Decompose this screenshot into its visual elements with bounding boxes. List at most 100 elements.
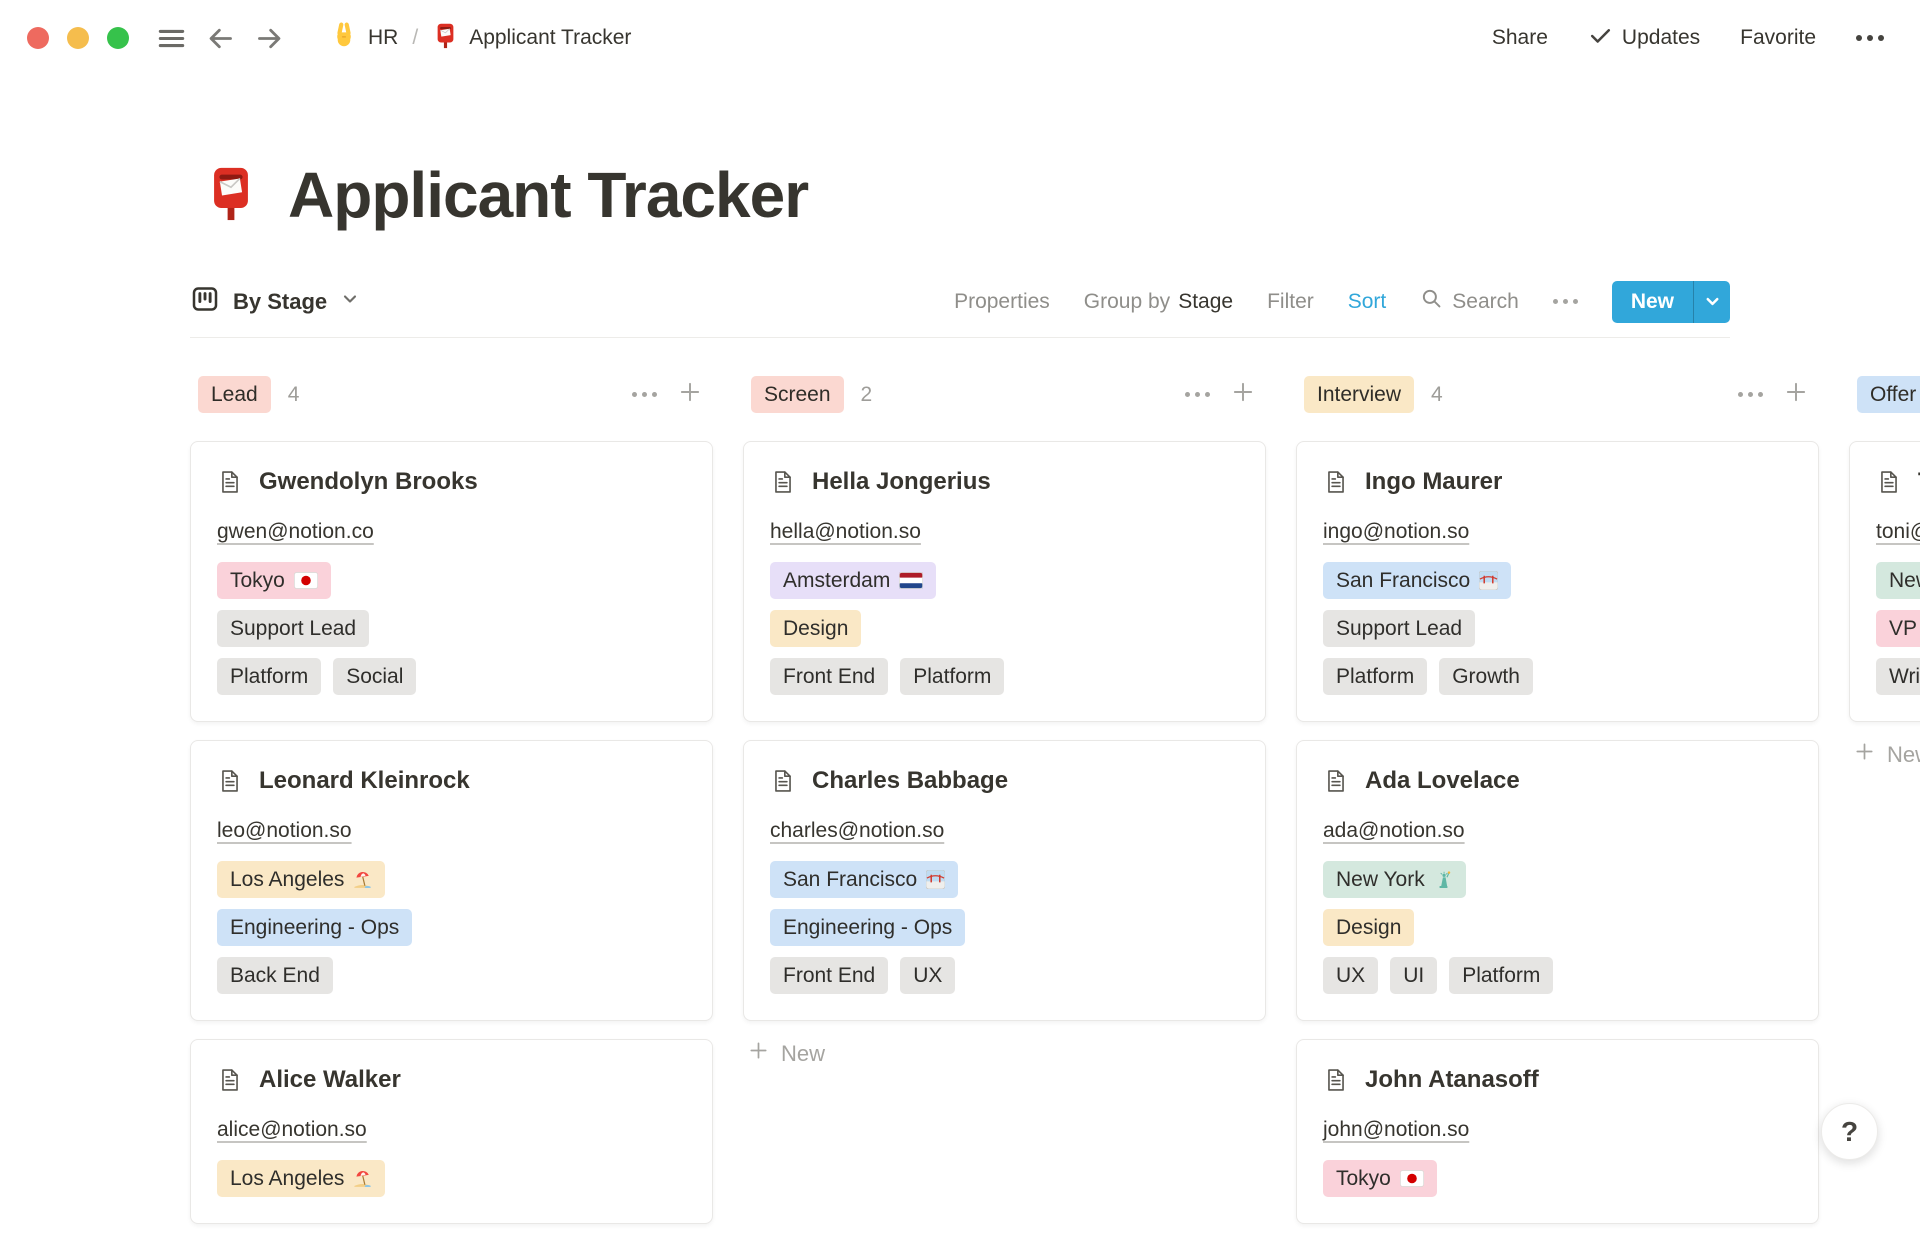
add-new-card-button[interactable]: New [1849,740,1920,769]
help-button[interactable]: ? [1821,1103,1878,1160]
card-title-row: Toni Morrison [1876,466,1920,498]
tag-pill-platform: Platform [900,658,1004,695]
column-more-icon[interactable] [632,392,657,397]
properties-button[interactable]: Properties [954,290,1050,314]
plus-icon [1853,740,1876,769]
kanban-card-toni-morrison[interactable]: Toni Morrisontoni@notion.soNew YorkVP of… [1849,441,1920,722]
add-new-card-label: New [1887,742,1920,768]
zoom-window-button[interactable] [107,27,129,49]
tag-row: Front End Platform [770,658,1239,695]
search-button[interactable]: Search [1420,287,1519,316]
card-email-link[interactable]: john@notion.so [1323,1118,1469,1141]
column-name-pill[interactable]: Interview [1304,376,1414,413]
check-icon [1588,23,1613,54]
search-label: Search [1452,290,1519,314]
kanban-card-ingo-maurer[interactable]: Ingo Maureringo@notion.soSan FranciscoSu… [1296,441,1819,722]
page-icon [1876,469,1902,495]
page-icon [770,469,796,495]
tag-pill-new-york: New York [1323,861,1466,898]
tag-pill-tokyo: Tokyo [1323,1160,1437,1197]
kanban-card-john-atanasoff[interactable]: John Atanasoff john@notion.so Tokyo [1296,1039,1819,1224]
tag-row: San Francisco [1323,562,1792,599]
column-header: Screen2 [743,376,1266,413]
card-title-row: Hella Jongerius [770,466,1239,498]
tag-row: Engineering - Ops [770,909,1239,946]
forward-icon[interactable] [253,22,286,55]
card-email-row: john@notion.so [1323,1118,1792,1142]
tag-pill-platform: Platform [1449,957,1553,994]
page-icon [217,1067,243,1093]
tag-pill-san-francisco: San Francisco [1323,562,1511,599]
card-email-link[interactable]: gwen@notion.co [217,520,374,543]
sort-button[interactable]: Sort [1348,290,1387,314]
more-options-icon[interactable] [1856,35,1884,41]
card-email-row: ingo@notion.so [1323,520,1792,544]
column-tools [632,379,703,410]
kanban-card-gwendolyn-brooks[interactable]: Gwendolyn Brooksgwen@notion.coTokyoSuppo… [190,441,713,722]
tag-pill-front-end: Front End [770,658,888,695]
column-more-icon[interactable] [1185,392,1210,397]
back-icon[interactable] [204,22,237,55]
kanban-board: Lead 4 Gwendolyn Brooks gwen@notion.co Tokyo… [190,376,1920,1242]
tag-row: Design [1323,909,1792,946]
tag-row: PlatformGrowth [1323,658,1792,695]
column-name-pill[interactable]: Screen [751,376,844,413]
tag-pill-growth: Growth [1439,658,1533,695]
card-title-row: John Atanasoff [1323,1064,1792,1096]
kanban-card-charles-babbage[interactable]: Charles Babbagecharles@notion.soSan Fran… [743,740,1266,1021]
column-add-card-icon[interactable] [677,379,703,410]
board-column-lead: Lead 4 Gwendolyn Brooks gwen@notion.co Tokyo… [190,376,713,1242]
share-button[interactable]: Share [1492,26,1548,50]
new-button-chevron-icon[interactable] [1693,281,1730,323]
column-add-card-icon[interactable] [1783,379,1809,410]
kanban-card-alice-walker[interactable]: Alice Walkeralice@notion.soLos Angeles [190,1039,713,1224]
group-by-button[interactable]: Group by Stage [1084,290,1233,314]
topbar-actions: Share Updates Favorite [1492,23,1884,54]
group-by-value: Stage [1178,290,1233,314]
new-button[interactable]: New [1612,281,1730,323]
tag-row: UXUIPlatform [1323,957,1792,994]
minimize-window-button[interactable] [67,27,89,49]
close-window-button[interactable] [27,27,49,49]
column-count: 4 [288,383,300,407]
kanban-card-leonard-kleinrock[interactable]: Leonard Kleinrockleo@notion.soLos Angele… [190,740,713,1021]
column-more-icon[interactable] [1738,392,1763,397]
page-icon [770,768,796,794]
kanban-card-hella-jongerius[interactable]: Hella Jongeriushella@notion.soAmsterdamD… [743,441,1266,722]
card-email-link[interactable]: alice@notion.so [217,1118,367,1141]
card-email-link[interactable]: hella@notion.so [770,520,921,543]
column-name-pill[interactable]: Lead [198,376,271,413]
tag-pill-social: Social [333,658,416,695]
card-email-link[interactable]: toni@notion.so [1876,520,1920,543]
card-title: Gwendolyn Brooks [259,466,478,498]
add-new-card-button[interactable]: New [743,1039,1266,1068]
card-email-link[interactable]: leo@notion.so [217,819,352,842]
tag-pill-ux: UX [1323,957,1378,994]
view-more-icon[interactable] [1553,299,1578,304]
board-view-icon [190,284,220,320]
page-icon [217,469,243,495]
breadcrumb-workspace-hr[interactable]: HR [324,17,404,59]
breadcrumb-page-label: Applicant Tracker [469,26,631,50]
tag-pill-tokyo: Tokyo [217,562,331,599]
column-add-card-icon[interactable] [1230,379,1256,410]
breadcrumb-page[interactable]: Applicant Tracker [426,18,637,59]
toolbar-controls: Properties Group by Stage Filter Sort Se… [954,281,1730,323]
kanban-card-ada-lovelace[interactable]: Ada Lovelaceada@notion.soNew YorkDesignU… [1296,740,1819,1021]
card-email-link[interactable]: ingo@notion.so [1323,520,1469,543]
tag-row: Tokyo [217,562,686,599]
page-postbox-icon[interactable] [202,164,260,227]
updates-button[interactable]: Updates [1588,23,1700,54]
tag-row: Front EndUX [770,957,1239,994]
board-column-screen: Screen2Hella Jongeriushella@notion.soAms… [743,376,1266,1242]
view-switcher[interactable]: By Stage [190,284,360,320]
sidebar-menu-icon[interactable] [155,22,188,55]
column-name-pill[interactable]: Offer [1857,376,1920,413]
filter-button[interactable]: Filter [1267,290,1314,314]
card-email-row: leo@notion.so [217,819,686,843]
favorite-button[interactable]: Favorite [1740,26,1816,50]
updates-label: Updates [1622,26,1700,50]
card-email-link[interactable]: charles@notion.so [770,819,944,842]
card-email-link[interactable]: ada@notion.so [1323,819,1465,842]
tag-pill-back-end: Back End [217,957,333,994]
